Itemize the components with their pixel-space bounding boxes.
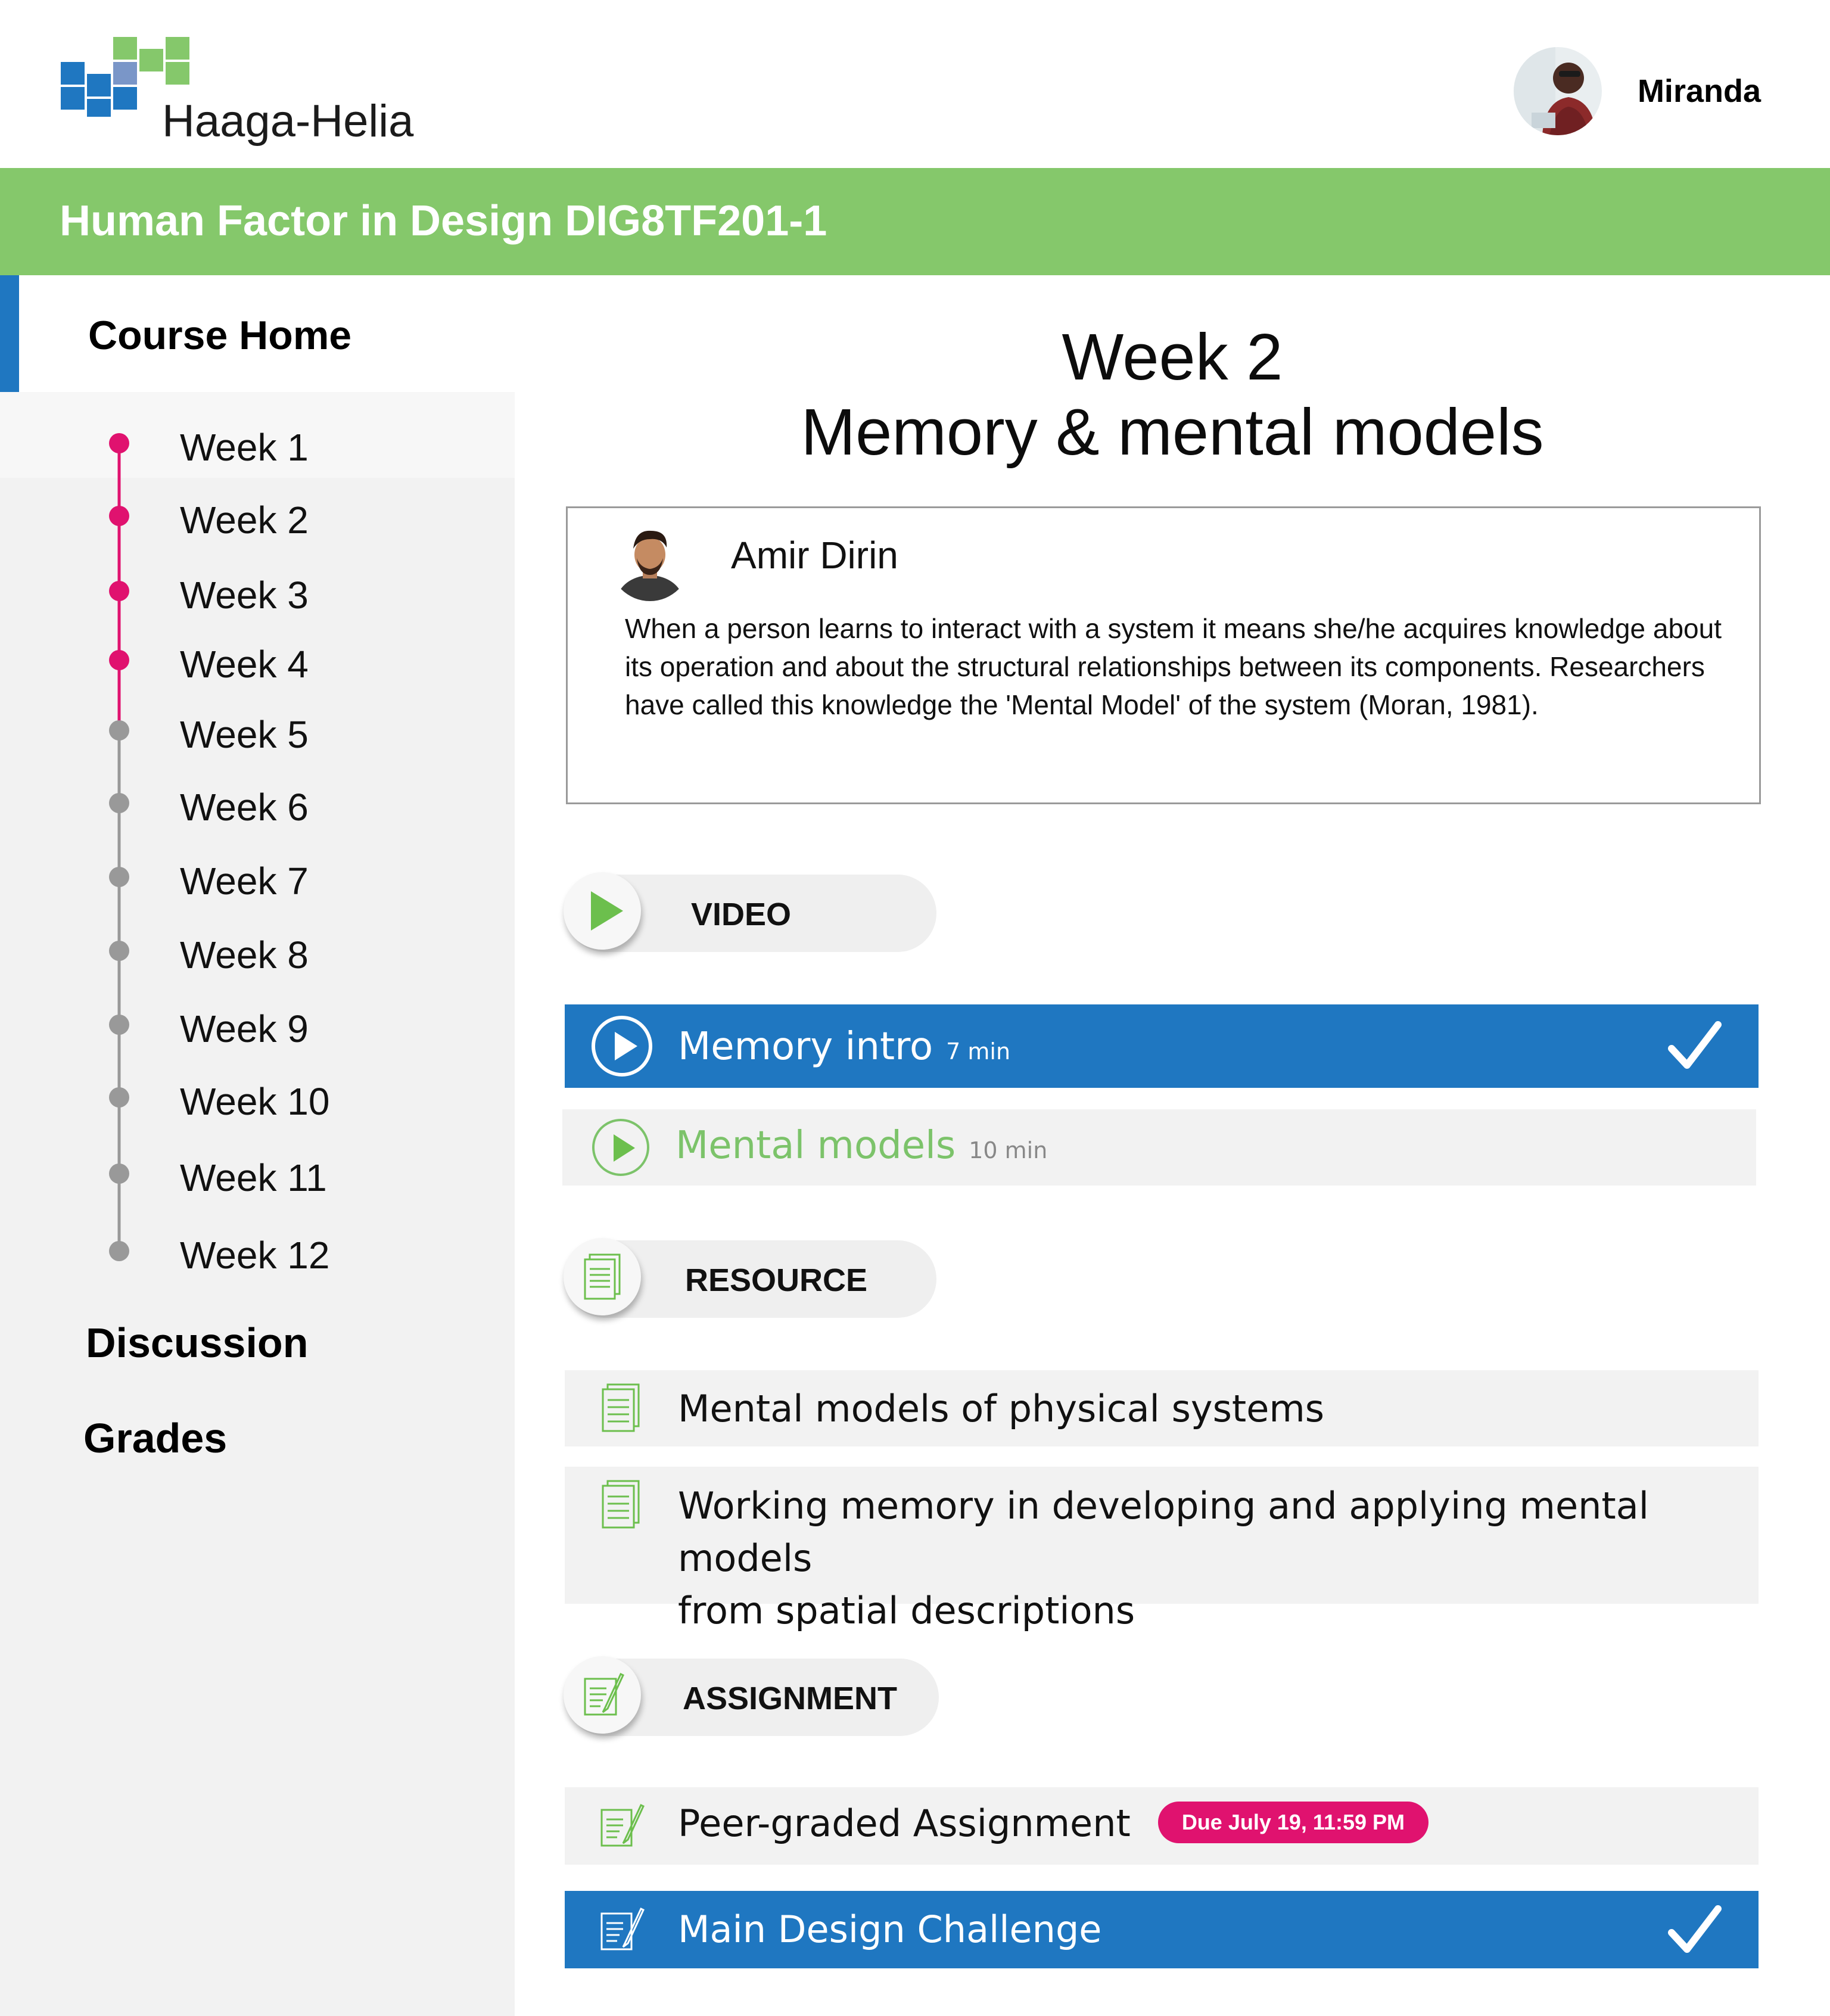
checkmark-icon — [1668, 1021, 1722, 1069]
week-dot-pending — [109, 941, 129, 961]
video-title-text: Memory intro — [678, 1025, 933, 1069]
sidebar-item-week-9[interactable]: Week 9 — [0, 993, 515, 1058]
top-header: Haaga-Helia Miranda — [0, 0, 1830, 168]
sidebar-item-week-7[interactable]: Week 7 — [0, 845, 515, 910]
video-item-memory-intro[interactable]: Memory intro 7 min — [565, 1004, 1759, 1088]
week-dot-pending — [109, 867, 129, 887]
assignment-title: Peer-graded Assignment Due July 19, 11:59… — [678, 1801, 1428, 1847]
sidebar-item-week-12[interactable]: Week 12 — [0, 1219, 515, 1284]
sidebar: Course Home Week 1 Week 2 Week 3 Week 4 … — [0, 275, 515, 2016]
user-avatar[interactable] — [1513, 47, 1602, 135]
week-label: Week 6 — [180, 786, 309, 829]
checkmark-icon — [1668, 1905, 1722, 1953]
sidebar-item-week-10[interactable]: Week 10 — [0, 1065, 515, 1131]
week-dot-pending — [109, 793, 129, 813]
week-label: Week 5 — [180, 713, 309, 756]
user-menu[interactable]: Miranda — [1513, 46, 1761, 136]
sidebar-item-week-11[interactable]: Week 11 — [0, 1141, 515, 1207]
course-title: Human Factor in Design DIG8TF201-1 — [60, 197, 827, 245]
assignment-title: Main Design Challenge — [678, 1908, 1102, 1951]
video-duration: 7 min — [946, 1038, 1011, 1065]
section-header-assignment[interactable]: ASSIGNMENT — [564, 1656, 939, 1736]
play-icon — [564, 872, 641, 950]
document-icon — [602, 1480, 640, 1529]
week-dot-pending — [109, 1241, 129, 1261]
week-label: Week 10 — [180, 1080, 330, 1123]
week-label: Week 3 — [180, 574, 309, 617]
sidebar-item-week-1[interactable]: Week 1 — [0, 411, 515, 477]
due-date-badge: Due July 19, 11:59 PM — [1157, 1801, 1428, 1843]
sidebar-item-week-2[interactable]: Week 2 — [0, 484, 515, 549]
video-title: Mental models 10 min — [676, 1124, 1047, 1168]
week-subtitle: Memory & mental models — [801, 396, 1544, 469]
resource-title: Working memory in developing and applyin… — [678, 1480, 1759, 1637]
sidebar-item-week-5[interactable]: Week 5 — [0, 698, 515, 764]
instructor-description: When a person learns to interact with a … — [625, 613, 1722, 720]
video-title: Memory intro 7 min — [678, 1025, 1010, 1069]
week-dot-pending — [109, 1087, 129, 1107]
document-icon — [602, 1383, 640, 1432]
instructor-note: Amir Dirin When a person learns to inter… — [566, 506, 1761, 804]
sidebar-item-discussion[interactable]: Discussion — [86, 1319, 308, 1367]
resource-item[interactable]: Working memory in developing and applyin… — [565, 1467, 1759, 1632]
week-dot-completed — [109, 650, 129, 670]
section-label: RESOURCE — [685, 1262, 868, 1298]
week-dot-completed — [109, 506, 129, 526]
resource-item[interactable]: Mental models of physical systems — [565, 1370, 1759, 1446]
week-dot-pending — [109, 720, 129, 741]
user-name: Miranda — [1637, 73, 1761, 109]
week-label: Week 9 — [180, 1007, 309, 1050]
week-dot-completed — [109, 581, 129, 601]
document-icon — [564, 1238, 641, 1315]
course-title-bar: Human Factor in Design DIG8TF201-1 — [0, 168, 1830, 275]
assignment-item-main-design-challenge[interactable]: Main Design Challenge — [565, 1891, 1759, 1968]
section-label: ASSIGNMENT — [683, 1681, 898, 1716]
resource-title: Mental models of physical systems — [678, 1387, 1325, 1430]
play-icon — [592, 1016, 652, 1077]
sidebar-item-week-8[interactable]: Week 8 — [0, 919, 515, 984]
play-icon — [592, 1119, 649, 1176]
resource-title-line: from spatial descriptions — [678, 1589, 1135, 1632]
sidebar-item-week-3[interactable]: Week 3 — [0, 559, 515, 624]
section-header-video[interactable]: VIDEO — [564, 872, 936, 952]
week-label: Week 11 — [180, 1156, 327, 1199]
video-title-text: Mental models — [676, 1124, 956, 1168]
week-label: Week 2 — [180, 499, 309, 542]
week-label: Week 8 — [180, 934, 309, 976]
sidebar-item-week-6[interactable]: Week 6 — [0, 771, 515, 836]
haaga-helia-logo[interactable]: Haaga-Helia — [60, 36, 417, 149]
main-content: Week 2 Memory & mental models Amir Dirin… — [515, 275, 1830, 2016]
resource-title-line: Working memory in developing and applyin… — [678, 1484, 1649, 1580]
sidebar-item-grades[interactable]: Grades — [83, 1414, 227, 1462]
week-dot-completed — [109, 433, 129, 453]
brand-name: Haaga-Helia — [162, 96, 414, 147]
week-label: Week 7 — [180, 860, 309, 903]
instructor-avatar — [609, 520, 690, 601]
video-duration: 10 min — [969, 1137, 1048, 1163]
edit-document-icon — [600, 1803, 645, 1847]
section-label: VIDEO — [691, 897, 792, 932]
week-dot-pending — [109, 1015, 129, 1035]
instructor-name: Amir Dirin — [731, 534, 898, 577]
assignment-item-peer-graded[interactable]: Peer-graded Assignment Due July 19, 11:59… — [565, 1787, 1759, 1865]
section-header-resource[interactable]: RESOURCE — [564, 1238, 936, 1318]
edit-document-icon — [600, 1907, 645, 1950]
week-title: Week 2 — [1062, 321, 1283, 394]
week-dot-pending — [109, 1163, 129, 1184]
sidebar-item-week-4[interactable]: Week 4 — [0, 628, 515, 693]
week-label: Week 1 — [180, 426, 309, 469]
week-label: Week 12 — [180, 1234, 330, 1277]
assignment-title-text: Peer-graded Assignment — [678, 1802, 1131, 1845]
edit-document-icon — [564, 1656, 641, 1734]
week-label: Week 4 — [180, 643, 309, 686]
video-item-mental-models[interactable]: Mental models 10 min — [562, 1109, 1756, 1186]
